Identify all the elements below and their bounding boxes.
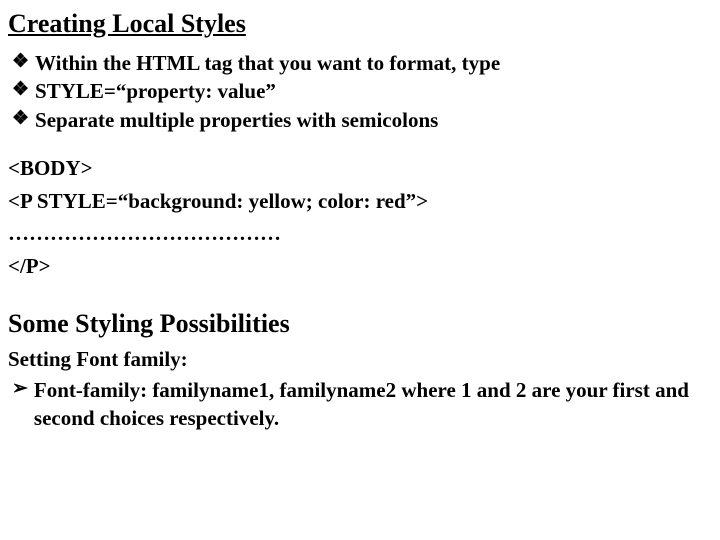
arrow-text: Font-family: familyname1, familyname2 wh…: [34, 376, 712, 433]
section1-bullet-list: ❖ Within the HTML tag that you want to f…: [8, 49, 712, 134]
section2-subheading: Setting Font family:: [8, 345, 712, 373]
code-example: <BODY> <P STYLE=“background: yellow; col…: [8, 152, 712, 282]
diamond-bullet-icon: ❖: [12, 49, 29, 76]
diamond-bullet-icon: ❖: [12, 106, 29, 133]
code-line: <P STYLE=“background: yellow; color: red…: [8, 185, 712, 218]
diamond-bullet-icon: ❖: [12, 77, 29, 104]
section2-heading: Some Styling Possibilities: [8, 306, 712, 341]
code-line: …………………………………: [8, 217, 712, 250]
arrow-item: ➢ Font-family: familyname1, familyname2 …: [8, 376, 712, 433]
bullet-item: ❖ STYLE=“property: value”: [8, 77, 712, 105]
bullet-text: Within the HTML tag that you want to for…: [35, 49, 712, 77]
bullet-text: STYLE=“property: value”: [35, 77, 712, 105]
bullet-item: ❖ Within the HTML tag that you want to f…: [8, 49, 712, 77]
section2-arrow-list: ➢ Font-family: familyname1, familyname2 …: [8, 376, 712, 433]
code-line: <BODY>: [8, 152, 712, 185]
bullet-item: ❖ Separate multiple properties with semi…: [8, 106, 712, 134]
code-line: </P>: [8, 250, 712, 283]
arrow-bullet-icon: ➢: [12, 376, 28, 403]
bullet-text: Separate multiple properties with semico…: [35, 106, 712, 134]
section1-heading: Creating Local Styles: [8, 6, 712, 41]
